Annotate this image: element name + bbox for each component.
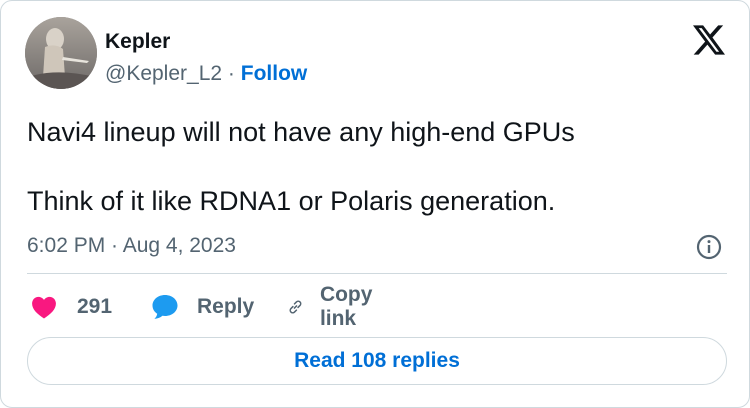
reply-label: Reply bbox=[197, 295, 255, 318]
avatar[interactable] bbox=[25, 17, 97, 89]
author-name[interactable]: Kepler bbox=[105, 30, 170, 54]
author-handle[interactable]: @Kepler_L2 bbox=[105, 62, 222, 85]
author-line: @Kepler_L2 · Follow bbox=[105, 62, 307, 86]
read-replies-button[interactable]: Read 108 replies bbox=[27, 337, 727, 385]
link-icon bbox=[289, 300, 302, 314]
like-button[interactable]: 291 bbox=[31, 289, 112, 325]
tweet-timestamp[interactable]: 6:02 PM · Aug 4, 2023 bbox=[27, 234, 236, 258]
separator-dot: · bbox=[227, 62, 235, 85]
like-count: 291 bbox=[77, 295, 113, 318]
tweet-text-line-2: Think of it like RDNA1 or Polaris genera… bbox=[27, 186, 556, 216]
heart-icon bbox=[32, 296, 56, 319]
reply-button[interactable]: Reply bbox=[151, 289, 254, 325]
copy-link-label: Copy link bbox=[319, 283, 373, 330]
avatar-image bbox=[25, 17, 97, 89]
reply-bubble-icon bbox=[152, 295, 178, 319]
read-replies-label: Read 108 replies bbox=[294, 349, 460, 372]
tweet-text-line-1: Navi4 lineup will not have any high-end … bbox=[27, 117, 575, 147]
follow-button[interactable]: Follow bbox=[241, 62, 308, 85]
tweet-card: Kepler @Kepler_L2 · Follow Navi4 lineup … bbox=[0, 0, 750, 408]
info-icon[interactable] bbox=[695, 233, 723, 261]
divider bbox=[27, 273, 727, 274]
x-logo-icon[interactable] bbox=[693, 25, 725, 55]
copy-link-button[interactable]: Copy link bbox=[287, 283, 382, 330]
